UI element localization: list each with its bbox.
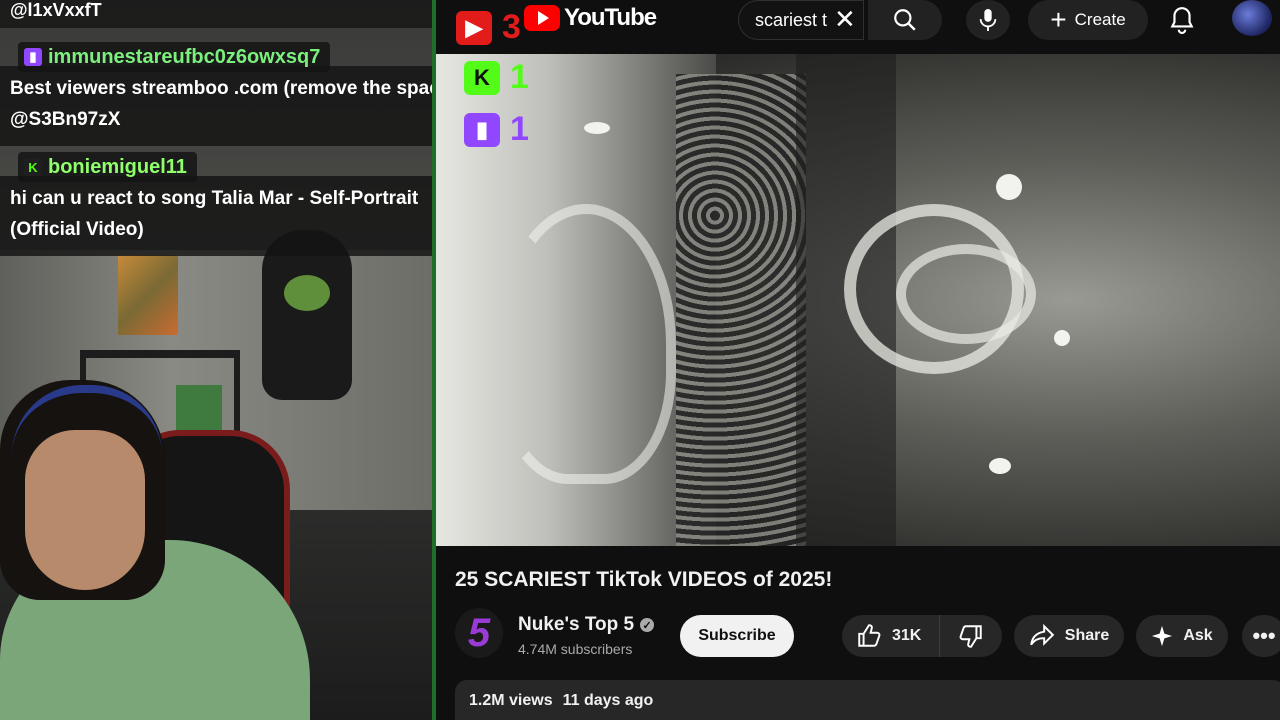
chat-mention: @l1xVxxfT [10, 0, 102, 20]
youtube-viewer-counter: ▶ 3 [456, 8, 521, 47]
mic-icon [979, 9, 997, 31]
upload-date: 11 days ago [562, 692, 654, 709]
youtube-watch-page: YouTube scariest t ✕ + Create 25 SCARIES… [436, 0, 1280, 720]
video-player[interactable] [436, 54, 1280, 546]
plush-figure-face [284, 275, 330, 311]
account-avatar[interactable] [1232, 0, 1272, 36]
more-actions-button[interactable]: ••• [1242, 615, 1280, 657]
dislike-button[interactable] [940, 615, 1002, 657]
youtube-viewer-count: 3 [502, 8, 521, 46]
search-button[interactable] [868, 0, 942, 40]
channel-avatar[interactable]: 5 [455, 608, 503, 658]
search-query: scariest t [755, 9, 828, 30]
share-icon [1029, 624, 1054, 646]
channel-name: Nuke's Top 5 [518, 614, 635, 635]
twitch-viewer-counter: ▮ 1 [464, 110, 529, 149]
verified-icon: ✓ [640, 618, 655, 632]
ask-label: Ask [1183, 627, 1213, 644]
share-button[interactable]: Share [1014, 615, 1124, 657]
youtube-logo[interactable]: YouTube [524, 4, 657, 32]
twitch-icon: ▮ [464, 112, 500, 147]
view-count: 1.2M views [469, 692, 553, 709]
youtube-header: YouTube scariest t ✕ + Create [436, 0, 1280, 54]
chat-username-tag: ▮ immunestareufbc0z6owxsq7 [18, 42, 331, 72]
video-frame-region [676, 74, 806, 546]
chat-message-body: Best viewers streamboo .com (remove the … [0, 66, 470, 146]
subscriber-count: 4.74M subscribers [518, 641, 633, 657]
subscribe-button[interactable]: Subscribe [680, 615, 794, 657]
sparkle-icon [1152, 625, 1173, 647]
chat-message-line: @S3Bn97zX [10, 109, 121, 130]
plus-icon: + [1050, 4, 1067, 35]
share-label: Share [1064, 627, 1110, 644]
chat-message-line: hi can u react to song Talia Mar - Self-… [10, 188, 419, 209]
twitch-viewer-count: 1 [510, 110, 529, 148]
more-icon: ••• [1252, 623, 1276, 648]
video-frame-region [896, 244, 1036, 344]
like-dislike-group: 31K [842, 615, 1002, 657]
chat-username-tag: K boniemiguel11 [18, 152, 197, 182]
channel-name-link[interactable]: Nuke's Top 5 ✓ [518, 614, 655, 636]
chat-message-body: hi can u react to song Talia Mar - Self-… [0, 176, 482, 256]
ask-button[interactable]: Ask [1136, 615, 1228, 657]
wall-poster [118, 255, 178, 335]
kick-viewer-counter: K 1 [464, 58, 529, 97]
chat-username: immunestareufbc0z6owxsq7 [48, 45, 321, 68]
voice-search-button[interactable] [966, 0, 1010, 40]
kick-badge-icon: K [24, 158, 42, 176]
youtube-logo-text: YouTube [564, 4, 657, 31]
youtube-play-icon [524, 5, 560, 31]
description-box[interactable]: 1.2M views 11 days ago [455, 680, 1280, 720]
chat-username: boniemiguel11 [48, 155, 187, 178]
twitch-badge-icon: ▮ [24, 48, 42, 66]
search-icon [894, 9, 916, 31]
youtube-icon: ▶ [456, 10, 492, 45]
notifications-button[interactable] [1164, 2, 1200, 38]
clear-search-icon[interactable]: ✕ [834, 4, 856, 35]
video-frame-region [496, 204, 676, 484]
video-title: 25 SCARIEST TikTok VIDEOS of 2025! [455, 568, 833, 591]
chat-fragment: @l1xVxxfT [0, 0, 432, 28]
like-button[interactable]: 31K [842, 615, 940, 657]
thumbs-up-icon [858, 624, 881, 647]
video-metadata: 1.2M views 11 days ago [469, 692, 653, 710]
like-count: 31K [892, 627, 922, 644]
video-frame-region [989, 458, 1011, 474]
bell-icon [1170, 7, 1194, 34]
video-frame-region [996, 174, 1022, 200]
kick-viewer-count: 1 [510, 58, 529, 96]
create-label: Create [1074, 10, 1126, 29]
create-button[interactable]: + Create [1028, 0, 1148, 40]
video-frame-region [584, 122, 610, 134]
channel-logo-glyph: 5 [467, 610, 491, 655]
video-frame-region [1054, 330, 1070, 346]
chat-message-line: Best viewers streamboo .com (remove the … [10, 78, 457, 99]
thumbs-down-icon [959, 625, 982, 648]
chat-message-line: (Official Video) [10, 219, 144, 240]
kick-icon: K [464, 60, 500, 95]
